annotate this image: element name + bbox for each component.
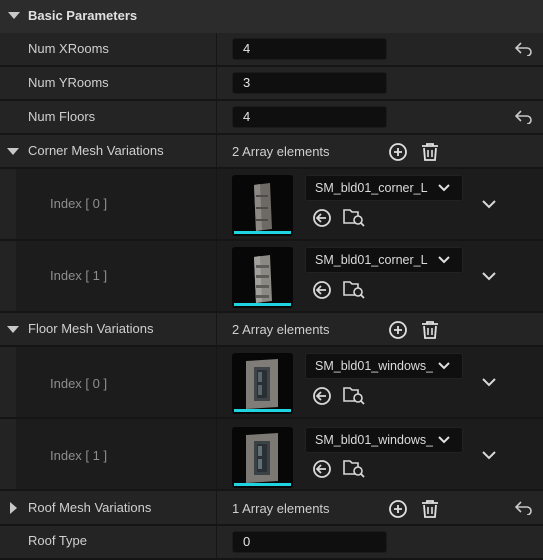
property-label: Num XRooms [28, 41, 109, 56]
use-selected-asset-icon[interactable] [312, 208, 332, 228]
property-row-roof-type: Roof Type 0 [0, 526, 543, 560]
expand-element-icon[interactable] [482, 272, 496, 281]
property-row-corner-mesh-variations: Corner Mesh Variations 2 Array elements [0, 135, 543, 169]
thumbnail-highlight [234, 409, 291, 412]
use-selected-asset-icon[interactable] [312, 386, 332, 406]
reset-to-default-icon[interactable] [515, 110, 533, 124]
browse-to-asset-icon[interactable] [343, 207, 366, 227]
property-row-num-yrooms: Num YRooms 3 [0, 67, 543, 101]
chevron-down-icon [438, 436, 450, 444]
num-floors-input[interactable]: 4 [232, 106, 387, 128]
asset-name: SM_bld01_corner_L [315, 181, 428, 195]
chevron-down-icon [438, 362, 450, 370]
property-row-floor-mesh-variations: Floor Mesh Variations 2 Array elements [0, 313, 543, 347]
thumbnail-highlight [234, 231, 291, 234]
expand-arrow-icon[interactable] [7, 326, 19, 333]
array-count: 2 Array elements [232, 322, 330, 337]
indent-gutter [0, 419, 16, 489]
indent-gutter [0, 241, 16, 311]
delete-all-icon[interactable] [421, 499, 439, 519]
browse-to-asset-icon[interactable] [343, 458, 366, 478]
indent-gutter [0, 169, 16, 239]
thumbnail-highlight [234, 483, 291, 486]
expand-element-icon[interactable] [482, 378, 496, 387]
property-label: Floor Mesh Variations [28, 321, 154, 336]
property-label: Num YRooms [28, 75, 109, 90]
browse-to-asset-icon[interactable] [343, 385, 366, 405]
num-xrooms-input[interactable]: 4 [232, 38, 387, 60]
column-splitter[interactable] [216, 419, 217, 489]
add-element-icon[interactable] [388, 499, 408, 519]
property-label: Num Floors [28, 109, 96, 124]
reset-to-default-icon[interactable] [515, 42, 533, 56]
array-element-row: Index [ 0 ] SM_bld01_corner_L [0, 169, 543, 241]
column-splitter[interactable] [216, 526, 217, 558]
section-title: Basic Parameters [28, 8, 138, 23]
floor-mesh-preview [246, 359, 278, 409]
expand-element-icon[interactable] [482, 451, 496, 460]
corner-mesh-preview [254, 183, 272, 231]
asset-picker-combo[interactable]: SM_bld01_corner_L [305, 175, 463, 201]
indent-gutter [0, 347, 16, 417]
array-element-row: Index [ 1 ] SM_bld01_corner_L [0, 241, 543, 313]
array-element-row: Index [ 0 ] SM_bld01_windows_ [0, 347, 543, 419]
array-count: 2 Array elements [232, 144, 330, 159]
asset-thumbnail[interactable] [232, 353, 293, 414]
use-selected-asset-icon[interactable] [312, 459, 332, 479]
floor-mesh-preview [246, 433, 278, 483]
expand-element-icon[interactable] [482, 200, 496, 209]
column-splitter[interactable] [216, 313, 217, 345]
array-count: 1 Array elements [232, 501, 330, 516]
column-splitter[interactable] [216, 101, 217, 133]
delete-all-icon[interactable] [421, 142, 439, 162]
expand-arrow-icon[interactable] [10, 502, 17, 514]
roof-type-input[interactable]: 0 [232, 531, 387, 553]
column-splitter[interactable] [216, 491, 217, 524]
column-splitter[interactable] [216, 135, 217, 167]
array-index-label: Index [ 0 ] [50, 376, 108, 391]
chevron-down-icon [438, 184, 450, 192]
asset-thumbnail[interactable] [232, 427, 293, 488]
details-section-header[interactable]: Basic Parameters [0, 0, 543, 33]
column-splitter[interactable] [216, 169, 217, 239]
num-yrooms-input[interactable]: 3 [232, 72, 387, 94]
property-row-num-xrooms: Num XRooms 4 [0, 33, 543, 67]
column-splitter[interactable] [216, 67, 217, 99]
property-row-roof-mesh-variations: Roof Mesh Variations 1 Array elements [0, 491, 543, 526]
property-label: Corner Mesh Variations [28, 143, 164, 158]
corner-mesh-preview [254, 255, 272, 303]
array-index-label: Index [ 1 ] [50, 268, 108, 283]
property-row-num-floors: Num Floors 4 [0, 101, 543, 135]
expand-arrow-icon[interactable] [7, 148, 19, 155]
reset-to-default-icon[interactable] [515, 501, 533, 515]
asset-picker-combo[interactable]: SM_bld01_corner_L [305, 247, 463, 273]
asset-picker-combo[interactable]: SM_bld01_windows_ [305, 427, 463, 453]
add-element-icon[interactable] [388, 320, 408, 340]
asset-thumbnail[interactable] [232, 175, 293, 236]
asset-name: SM_bld01_windows_ [315, 359, 433, 373]
collapse-arrow-icon[interactable] [8, 12, 20, 19]
asset-name: SM_bld01_windows_ [315, 433, 433, 447]
array-index-label: Index [ 0 ] [50, 196, 108, 211]
array-element-row: Index [ 1 ] SM_bld01_windows_ [0, 419, 543, 491]
column-splitter[interactable] [216, 33, 217, 65]
asset-picker-combo[interactable]: SM_bld01_windows_ [305, 353, 463, 379]
delete-all-icon[interactable] [421, 320, 439, 340]
column-splitter[interactable] [216, 347, 217, 417]
add-element-icon[interactable] [388, 142, 408, 162]
use-selected-asset-icon[interactable] [312, 280, 332, 300]
array-index-label: Index [ 1 ] [50, 448, 108, 463]
browse-to-asset-icon[interactable] [343, 279, 366, 299]
property-label: Roof Mesh Variations [28, 500, 152, 515]
property-label: Roof Type [28, 533, 88, 548]
asset-name: SM_bld01_corner_L [315, 253, 428, 267]
chevron-down-icon [438, 256, 450, 264]
asset-thumbnail[interactable] [232, 247, 293, 308]
column-splitter[interactable] [216, 241, 217, 311]
thumbnail-highlight [234, 303, 291, 306]
